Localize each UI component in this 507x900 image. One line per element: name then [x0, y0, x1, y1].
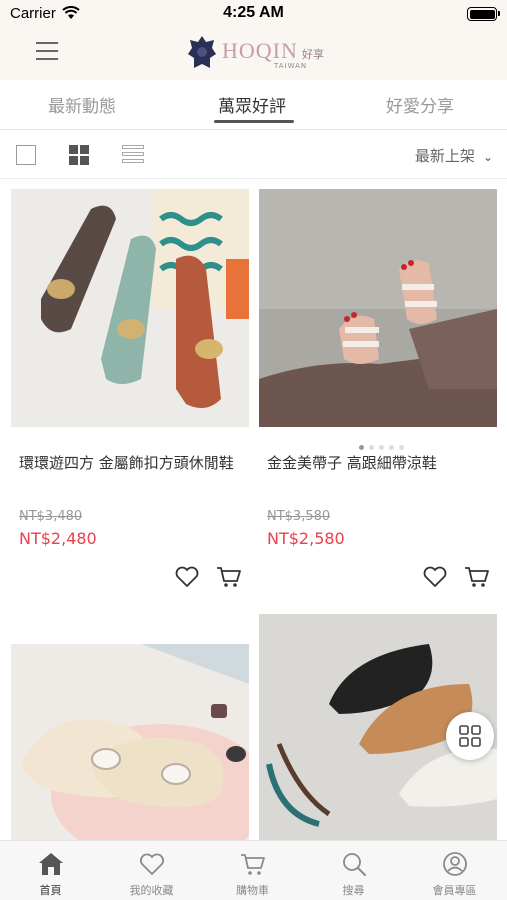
brand-logo: HOQIN TAIWAN 好享 — [186, 34, 326, 74]
heart-icon[interactable] — [174, 565, 200, 589]
product-title[interactable]: 環環遊四方 金屬飾扣方頭休閒鞋 — [19, 453, 239, 474]
tab-bar: 最新動態 萬眾好評 好愛分享 — [0, 80, 507, 130]
brand-name: HOQIN — [222, 38, 298, 63]
floating-grid-button[interactable] — [446, 712, 494, 760]
product-price: NT$2,480 — [19, 529, 97, 548]
product-image-loafers[interactable] — [11, 189, 249, 427]
sort-dropdown[interactable]: 最新上架 ⌄ — [415, 145, 493, 166]
heart-icon[interactable] — [422, 565, 448, 589]
brand-chinese: 好享 — [302, 48, 324, 61]
nav-label: 首頁 — [39, 884, 62, 897]
grid-view-icon[interactable] — [69, 145, 89, 165]
nav-label: 搜尋 — [342, 884, 365, 897]
product-image-sandals[interactable] — [259, 189, 497, 427]
nav-label: 我的收藏 — [129, 884, 174, 897]
search-icon — [343, 853, 366, 876]
heart-icon — [140, 853, 164, 875]
tab-reviews[interactable]: 萬眾好評 — [218, 92, 286, 117]
tab-latest[interactable]: 最新動態 — [48, 92, 116, 117]
nav-member[interactable]: 會員專區 — [404, 841, 505, 900]
product-title[interactable]: 金金美帶子 高跟細帶涼鞋 — [267, 453, 487, 474]
cart-icon[interactable] — [216, 565, 242, 589]
product-image-ballet-flats[interactable] — [11, 644, 249, 840]
home-icon — [39, 853, 63, 875]
single-view-icon[interactable] — [16, 145, 36, 165]
product-original-price: NT$3,580 — [267, 509, 331, 524]
nav-home[interactable]: 首頁 — [0, 841, 101, 900]
clock: 4:25 AM — [223, 4, 284, 21]
product-original-price: NT$3,480 — [19, 509, 83, 524]
status-bar: Carrier 4:25 AM — [0, 0, 507, 28]
view-toolbar: 最新上架 ⌄ — [0, 131, 507, 179]
sort-label: 最新上架 — [414, 147, 475, 165]
bottom-navigation: 首頁 我的收藏 購物車 搜尋 會員專區 — [0, 840, 507, 900]
active-tab-indicator — [214, 120, 294, 123]
image-carousel-dots[interactable] — [359, 435, 409, 454]
menu-button[interactable] — [36, 42, 58, 62]
cart-icon — [241, 854, 265, 875]
brand-subtitle: TAIWAN — [274, 62, 308, 70]
app-header: HOQIN TAIWAN 好享 — [0, 28, 507, 80]
nav-label: 會員專區 — [432, 884, 477, 897]
grid-icon — [459, 725, 481, 747]
nav-label: 購物車 — [236, 884, 269, 897]
cart-icon[interactable] — [464, 565, 490, 589]
battery-icon — [467, 7, 500, 21]
logo-emblem-icon — [188, 36, 216, 68]
list-view-icon[interactable] — [122, 145, 144, 165]
nav-cart[interactable]: 購物車 — [202, 841, 303, 900]
tab-share[interactable]: 好愛分享 — [386, 92, 454, 117]
user-icon — [443, 852, 467, 876]
nav-favorites[interactable]: 我的收藏 — [101, 841, 202, 900]
chevron-down-icon: ⌄ — [482, 150, 493, 164]
product-price: NT$2,580 — [267, 529, 345, 548]
nav-search[interactable]: 搜尋 — [303, 841, 404, 900]
